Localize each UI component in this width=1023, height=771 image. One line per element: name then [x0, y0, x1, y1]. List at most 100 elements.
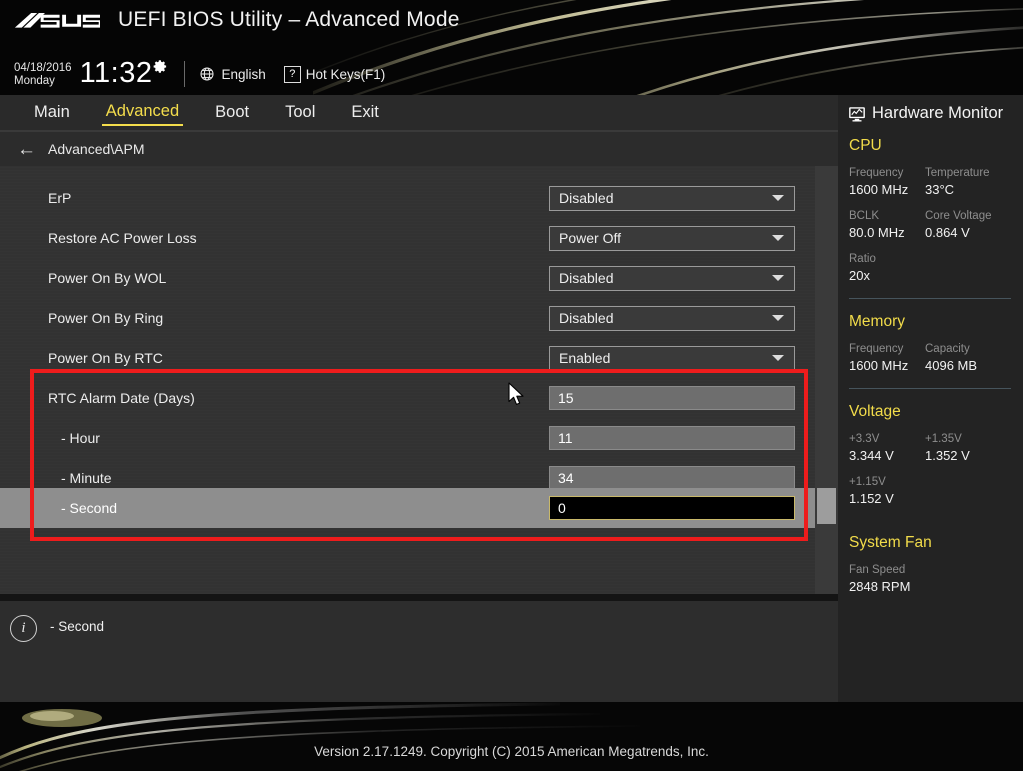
gear-icon[interactable] [153, 59, 168, 78]
setting-label: Power On By RTC [48, 350, 163, 366]
question-box-icon: ? [283, 65, 301, 83]
language-selector[interactable]: English [199, 66, 266, 82]
setting-row-power-on-by-rtc[interactable]: Power On By RTC Enabled [0, 338, 815, 378]
erp-dropdown[interactable]: Disabled [549, 185, 795, 211]
input-value: 34 [558, 470, 574, 486]
hw-stat-key: Temperature [925, 167, 990, 179]
tab-advanced[interactable]: Advanced [101, 100, 184, 126]
scrollbar-thumb[interactable] [817, 488, 836, 524]
dropdown-value: Enabled [559, 350, 611, 366]
hw-stat-key: +3.3V [849, 433, 880, 445]
chevron-down-icon [772, 275, 784, 281]
hw-stat-key: +1.35V [925, 433, 962, 445]
divider [849, 388, 1011, 389]
hour-input[interactable]: 11 [549, 426, 795, 450]
chevron-down-icon [772, 195, 784, 201]
hw-stat: Frequency 1600 MHz [849, 166, 925, 198]
restore-ac-power-loss-dropdown[interactable]: Power Off [549, 225, 795, 251]
hw-stat-value: 3.344 V [849, 448, 894, 463]
setting-row-hour[interactable]: - Hour 11 [0, 418, 815, 458]
input-value: 15 [558, 390, 574, 406]
dropdown-value: Disabled [559, 190, 614, 206]
setting-row-power-on-by-ring[interactable]: Power On By Ring Disabled [0, 298, 815, 338]
hw-stat: Capacity 4096 MB [925, 342, 1001, 374]
divider [184, 61, 186, 87]
hw-section-title: System Fan [849, 534, 932, 551]
divider [849, 298, 1011, 299]
tab-boot[interactable]: Boot [211, 101, 253, 125]
breadcrumb: ← Advanced\APM [0, 132, 838, 166]
hw-stat-key: Capacity [925, 343, 970, 355]
hw-stat: Temperature 33°C [925, 166, 1001, 198]
setting-label: Power On By WOL [48, 270, 167, 286]
language-label: English [221, 66, 266, 82]
input-value: 0 [558, 500, 566, 516]
hw-section-title: CPU [849, 137, 882, 154]
hw-stat-key: Frequency [849, 343, 904, 355]
hw-stat: Fan Speed 2848 RPM [849, 563, 969, 595]
hw-section-title: Voltage [849, 403, 901, 420]
hardware-monitor-header: Hardware Monitor [838, 95, 1023, 123]
main-menu-bar: Main Advanced Boot Tool Exit [0, 95, 838, 132]
setting-label: Power On By Ring [48, 310, 164, 326]
hw-stat-value: 80.0 MHz [849, 225, 905, 240]
copyright-text: Version 2.17.1249. Copyright (C) 2015 Am… [314, 744, 709, 759]
setting-label: RTC Alarm Date (Days) [48, 390, 195, 406]
hw-section-system-fan: System Fan Fan Speed 2848 RPM [838, 534, 1023, 606]
dropdown-value: Disabled [559, 310, 614, 326]
hw-stat-key: +1.15V [849, 476, 886, 488]
setting-row-rtc-alarm-date[interactable]: RTC Alarm Date (Days) 15 [0, 378, 815, 418]
hw-stat: +1.35V 1.352 V [925, 432, 1001, 464]
power-on-by-wol-dropdown[interactable]: Disabled [549, 265, 795, 291]
dropdown-value: Disabled [559, 270, 614, 286]
hardware-monitor-panel: Hardware Monitor CPU Frequency 1600 MHz … [838, 95, 1023, 702]
setting-row-second[interactable]: - Second 0 [0, 488, 815, 528]
minute-input[interactable]: 34 [549, 466, 795, 490]
back-arrow-icon[interactable]: ← [17, 140, 36, 159]
tab-main[interactable]: Main [30, 101, 74, 125]
mouse-pointer-icon [508, 382, 526, 413]
rtc-alarm-date-input[interactable]: 15 [549, 386, 795, 410]
hw-stat-value: 1600 MHz [849, 182, 909, 197]
bottom-banner-graphic [0, 702, 1023, 771]
tab-exit[interactable]: Exit [347, 101, 383, 125]
hw-stat-key: Ratio [849, 253, 876, 265]
globe-icon [199, 66, 215, 82]
info-icon: i [10, 615, 37, 642]
info-divider [0, 594, 838, 601]
hotkeys-label: Hot Keys(F1) [305, 66, 386, 82]
setting-label: ErP [48, 190, 72, 206]
tab-tool[interactable]: Tool [281, 101, 319, 125]
setting-label: - Minute [61, 470, 112, 486]
hw-section-cpu: CPU Frequency 1600 MHz Temperature 33°C … [838, 137, 1023, 295]
hw-stat: Core Voltage 0.864 V [925, 209, 1001, 241]
top-banner: UEFI BIOS Utility – Advanced Mode 04/18/… [0, 0, 1023, 95]
power-on-by-ring-dropdown[interactable]: Disabled [549, 305, 795, 331]
setting-row-erp[interactable]: ErP Disabled [0, 178, 815, 218]
hw-section-voltage: Voltage +3.3V 3.344 V +1.35V 1.352 V +1.… [838, 403, 1023, 518]
input-value: 11 [558, 430, 573, 446]
date-value: 04/18/2016 [14, 62, 72, 74]
setting-row-restore-ac-power-loss[interactable]: Restore AC Power Loss Power Off [0, 218, 815, 258]
page-title: UEFI BIOS Utility – Advanced Mode [118, 8, 460, 31]
hardware-monitor-title: Hardware Monitor [872, 104, 1004, 122]
status-cluster: 04/18/2016 Monday 11:32 English ? Hot Ke… [14, 56, 403, 92]
setting-label: Restore AC Power Loss [48, 230, 197, 246]
power-on-by-rtc-dropdown[interactable]: Enabled [549, 345, 795, 371]
hotkeys-button[interactable]: ? Hot Keys(F1) [283, 65, 386, 83]
hw-stat-value: 1.152 V [849, 491, 894, 506]
hw-stat: BCLK 80.0 MHz [849, 209, 925, 241]
hw-stat: Ratio 20x [849, 252, 925, 284]
scrollbar-track[interactable] [815, 166, 838, 594]
hw-section-memory: Memory Frequency 1600 MHz Capacity 4096 … [838, 313, 1023, 385]
hw-stat-value: 33°C [925, 182, 955, 197]
chevron-down-icon [772, 235, 784, 241]
hw-stat-key: Frequency [849, 167, 904, 179]
hw-stat-value: 0.864 V [925, 225, 970, 240]
hw-stat-key: Fan Speed [849, 564, 906, 576]
setting-label: - Second [61, 500, 118, 516]
setting-row-power-on-by-wol[interactable]: Power On By WOL Disabled [0, 258, 815, 298]
second-input[interactable]: 0 [549, 496, 795, 520]
bottom-banner: Version 2.17.1249. Copyright (C) 2015 Am… [0, 702, 1023, 771]
hw-stat-value: 1600 MHz [849, 358, 909, 373]
